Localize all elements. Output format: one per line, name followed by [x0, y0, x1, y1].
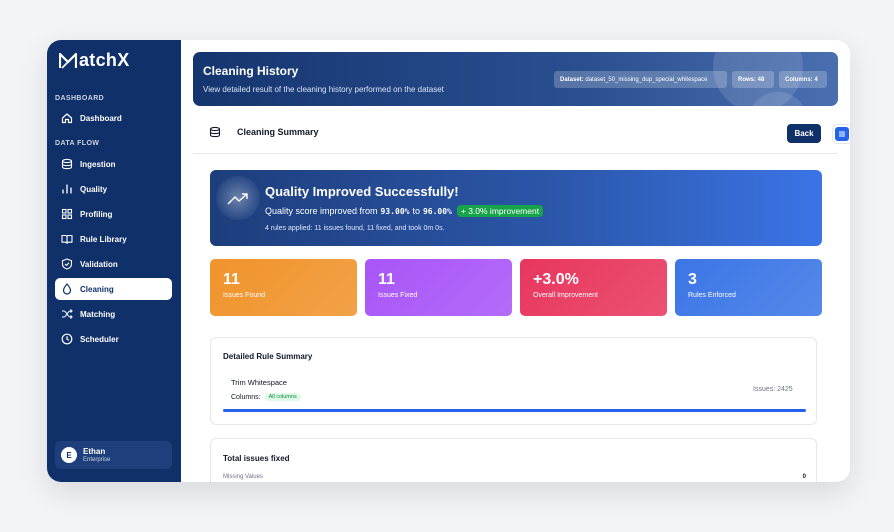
- sidebar: atchX DASHBOARD Dashboard DATA FLOW Inge…: [47, 40, 181, 482]
- quality-improved-banner: Quality Improved Successfully! Quality s…: [210, 170, 822, 246]
- rule-summary-card: Detailed Rule Summary Trim Whitespace Co…: [210, 337, 817, 425]
- main-content: Cleaning History View detailed result of…: [181, 40, 850, 482]
- rule-summary-title: Detailed Rule Summary: [223, 352, 313, 361]
- sidebar-item-cleaning[interactable]: Cleaning: [55, 278, 172, 300]
- shield-check-icon: [61, 258, 73, 270]
- quality-title: Quality Improved Successfully!: [265, 184, 459, 199]
- issue-type-label: Missing Values: [223, 474, 263, 480]
- quality-text-prefix: Quality score improved from: [265, 206, 378, 216]
- stat-label: Rules Enforced: [688, 292, 736, 299]
- issue-type-count: 0: [802, 474, 806, 480]
- rule-name: Trim Whitespace: [231, 378, 287, 387]
- sidebar-item-ingestion[interactable]: Ingestion: [55, 153, 172, 175]
- back-button[interactable]: Back: [787, 124, 821, 143]
- page-header-banner: Cleaning History View detailed result of…: [193, 52, 838, 106]
- list-item: Missing Values 0: [223, 474, 806, 480]
- summary-header: Cleaning Summary: [209, 126, 319, 138]
- clock-icon: [61, 333, 73, 345]
- stat-label: Issues Fixed: [378, 292, 418, 299]
- section-label-dataflow: DATA FLOW: [55, 140, 100, 147]
- sidebar-item-label: Cleaning: [80, 284, 114, 294]
- sidebar-item-label: Dashboard: [80, 113, 122, 123]
- total-issues-fixed-card: Total issues fixed Missing Values 0: [210, 438, 817, 482]
- list-view-button[interactable]: [835, 127, 849, 141]
- quality-from-score: 93.00%: [380, 206, 410, 216]
- sidebar-item-scheduler[interactable]: Scheduler: [55, 328, 172, 350]
- improvement-badge: + 3.0% improvement: [456, 205, 544, 217]
- dataset-value: dataset_50_missing_dup_special_whitespac…: [585, 76, 708, 83]
- stat-label: Issues Found: [223, 292, 266, 299]
- stat-value: 11: [223, 271, 240, 288]
- dataset-label: Dataset:: [560, 76, 584, 83]
- shuffle-icon: [62, 309, 73, 319]
- user-name: Ethan: [83, 446, 106, 456]
- app-logo[interactable]: atchX: [59, 50, 130, 71]
- stat-card-issues-fixed: 11 Issues Fixed: [365, 259, 512, 316]
- stat-card-rules-enforced: 3 Rules Enforced: [675, 259, 822, 316]
- quality-to-score: 96.00%: [422, 206, 452, 216]
- sidebar-item-label: Validation: [80, 259, 118, 269]
- dataset-badge: Dataset: dataset_50_missing_dup_special_…: [554, 71, 727, 88]
- grid-icon: [61, 208, 73, 220]
- database-icon: [61, 158, 73, 170]
- columns-badge: Columns: 4: [779, 71, 827, 88]
- quality-to-word: to: [412, 206, 420, 216]
- columns-label: Columns:: [231, 393, 261, 401]
- rule-progress-bar: [223, 409, 806, 412]
- quality-note: 4 rules applied: 11 issues found, 11 fix…: [265, 225, 445, 232]
- rule-columns: Columns: All columns: [231, 393, 301, 401]
- sidebar-item-label: Scheduler: [80, 334, 119, 344]
- sidebar-item-rule-library[interactable]: Rule Library: [55, 228, 172, 250]
- app-window: atchX DASHBOARD Dashboard DATA FLOW Inge…: [47, 40, 850, 482]
- page-title: Cleaning History: [203, 64, 299, 78]
- book-icon: [61, 234, 73, 245]
- sidebar-item-quality[interactable]: Quality: [55, 178, 172, 200]
- rows-badge: Rows: 48: [732, 71, 774, 88]
- sidebar-item-profiling[interactable]: Profiling: [55, 203, 172, 225]
- section-title: Cleaning Summary: [237, 127, 319, 137]
- sidebar-item-validation[interactable]: Validation: [55, 253, 172, 275]
- stat-value: 3: [688, 271, 697, 288]
- sidebar-item-label: Ingestion: [80, 159, 116, 169]
- list-icon: [838, 131, 845, 137]
- trend-up-icon: [227, 193, 248, 205]
- stat-label: Overall Improvement: [533, 292, 598, 299]
- droplet-icon: [62, 283, 72, 295]
- view-toggle: [832, 124, 850, 144]
- stat-value: +3.0%: [533, 271, 579, 288]
- total-fixed-title: Total issues fixed: [223, 454, 290, 463]
- sidebar-item-label: Quality: [80, 184, 108, 194]
- user-profile-card[interactable]: E Ethan Enterprise: [55, 441, 172, 469]
- database-icon: [209, 126, 221, 138]
- divider: [193, 153, 838, 154]
- stat-card-overall-improvement: +3.0% Overall Improvement: [520, 259, 667, 316]
- sidebar-item-label: Rule Library: [80, 234, 127, 244]
- quality-score-line: Quality score improved from 93.00% to 96…: [265, 205, 544, 217]
- stat-card-issues-found: 11 Issues Found: [210, 259, 357, 316]
- logo-mark-icon: [59, 52, 77, 69]
- user-plan: Enterprise: [83, 456, 111, 463]
- sidebar-item-matching[interactable]: Matching: [55, 303, 172, 325]
- avatar: E: [61, 447, 77, 463]
- columns-chip: All columns: [264, 393, 301, 401]
- rule-issues-count: Issues: 2425: [753, 386, 793, 393]
- home-icon: [61, 113, 73, 124]
- logo-text: atchX: [79, 50, 130, 70]
- sidebar-item-dashboard[interactable]: Dashboard: [55, 107, 172, 129]
- page-subtitle: View detailed result of the cleaning his…: [203, 85, 444, 94]
- section-label-dashboard: DASHBOARD: [55, 95, 105, 102]
- sidebar-item-label: Matching: [80, 309, 116, 319]
- stat-value: 11: [378, 271, 395, 288]
- bar-chart-icon: [62, 184, 72, 194]
- sidebar-item-label: Profiling: [80, 209, 113, 219]
